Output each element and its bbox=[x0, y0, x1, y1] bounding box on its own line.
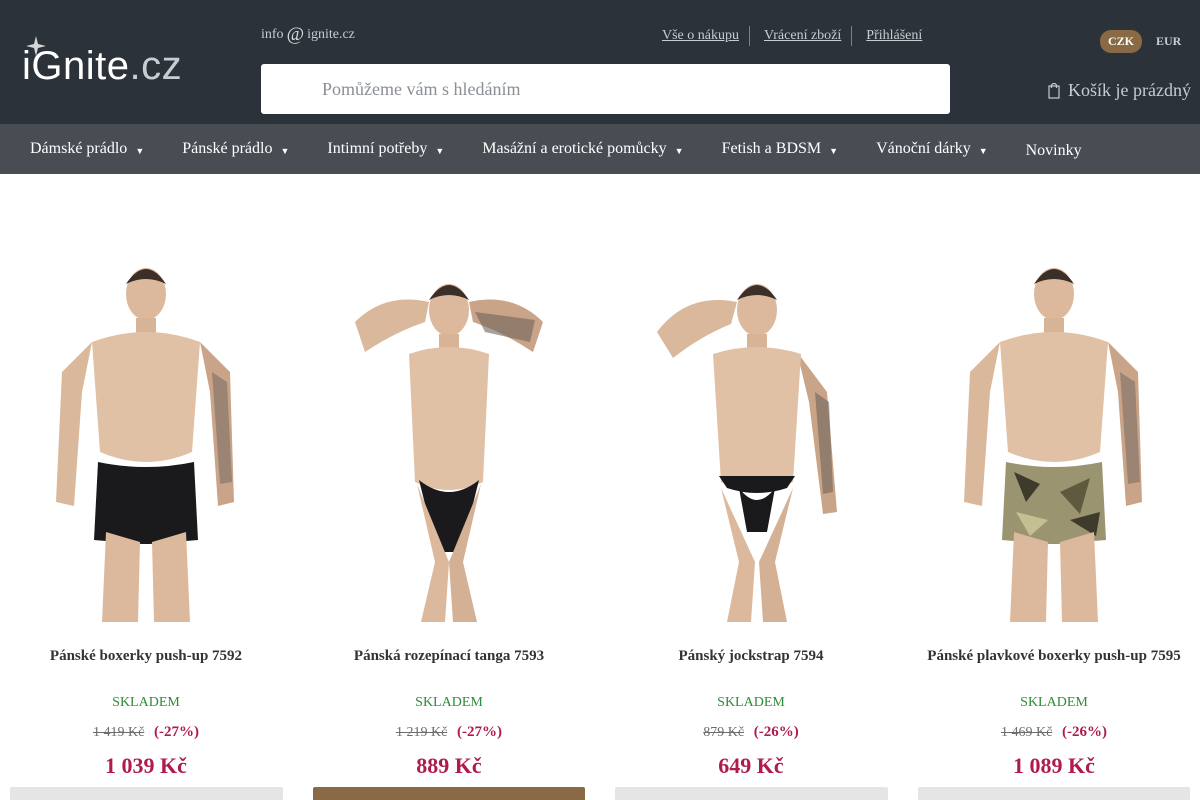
search-input[interactable] bbox=[261, 64, 950, 114]
product-card[interactable]: Pánská rozepínací tanga 7593 SKLADEM 1 2… bbox=[309, 240, 589, 800]
currency-eur[interactable]: EUR bbox=[1148, 30, 1189, 53]
current-price: 649 Kč bbox=[718, 753, 784, 778]
stock-status: SKLADEM bbox=[112, 695, 180, 710]
currency-switcher: CZK EUR bbox=[1100, 30, 1189, 53]
add-to-cart-button[interactable] bbox=[615, 787, 888, 800]
discount-badge: (-27%) bbox=[154, 724, 200, 740]
dropdown-arrow-icon: ▼ bbox=[435, 146, 445, 156]
price-info: 1 469 Kč (-26%) bbox=[914, 724, 1194, 741]
product-image[interactable] bbox=[930, 262, 1178, 622]
product-name[interactable]: Pánská rozepínací tanga 7593 bbox=[299, 648, 599, 665]
current-price: 1 089 Kč bbox=[1013, 753, 1095, 778]
product-grid: Pánské boxerky push-up 7592 SKLADEM 1 41… bbox=[0, 240, 1200, 800]
link-vse-o-nakupu[interactable]: Vše o nákupu bbox=[640, 26, 739, 46]
nav-fetish-bdsm[interactable]: Fetish a BDSM ▼ bbox=[722, 140, 839, 158]
cart-label: Košík je prázdný bbox=[1068, 80, 1191, 100]
dropdown-arrow-icon: ▼ bbox=[135, 146, 145, 156]
email-domain: ignite.cz bbox=[307, 27, 355, 42]
top-links: Vše o nákupu Vrácení zboží Přihlášení bbox=[640, 25, 922, 47]
product-image[interactable] bbox=[22, 262, 270, 622]
product-card[interactable]: Pánské boxerky push-up 7592 SKLADEM 1 41… bbox=[6, 240, 286, 800]
dropdown-arrow-icon: ▼ bbox=[829, 146, 839, 156]
stock-status: SKLADEM bbox=[415, 695, 483, 710]
price-info: 1 419 Kč (-27%) bbox=[6, 724, 286, 741]
cart-icon bbox=[1048, 82, 1060, 99]
main-nav: Dámské prádlo ▼ Pánské prádlo ▼ Intimní po… bbox=[0, 124, 1200, 174]
old-price: 1 219 Kč bbox=[395, 725, 448, 740]
cart[interactable]: Košík je prázdný bbox=[1048, 80, 1191, 101]
current-price: 1 039 Kč bbox=[105, 753, 187, 778]
at-icon: @ bbox=[286, 24, 305, 45]
nav-novinky[interactable]: Novinky bbox=[1026, 142, 1082, 160]
dropdown-arrow-icon: ▼ bbox=[674, 146, 684, 156]
discount-badge: (-27%) bbox=[457, 724, 503, 740]
product-name[interactable]: Pánské boxerky push-up 7592 bbox=[0, 648, 296, 665]
old-price: 1 419 Kč bbox=[92, 725, 145, 740]
dropdown-arrow-icon: ▼ bbox=[280, 146, 290, 156]
discount-badge: (-26%) bbox=[753, 724, 799, 740]
old-price: 879 Kč bbox=[703, 725, 745, 740]
price-info: 1 219 Kč (-27%) bbox=[309, 724, 589, 741]
product-name[interactable]: Pánské plavkové boxerky push-up 7595 bbox=[904, 648, 1200, 665]
search-box bbox=[261, 64, 950, 114]
logo-text: iGnite.cz bbox=[22, 44, 183, 88]
stock-status: SKLADEM bbox=[1020, 695, 1088, 710]
product-image[interactable] bbox=[627, 262, 875, 622]
nav-intimni-potreby[interactable]: Intimní potřeby ▼ bbox=[327, 140, 444, 158]
product-name[interactable]: Pánský jockstrap 7594 bbox=[601, 648, 901, 665]
contact-email[interactable]: info @ ignite.cz bbox=[261, 24, 355, 45]
current-price: 889 Kč bbox=[416, 753, 482, 778]
link-prihlaseni[interactable]: Přihlášení bbox=[851, 26, 922, 46]
nav-panske-pradlo[interactable]: Pánské prádlo ▼ bbox=[182, 140, 289, 158]
currency-czk[interactable]: CZK bbox=[1100, 30, 1143, 53]
discount-badge: (-26%) bbox=[1062, 724, 1108, 740]
nav-masazni-pomucky[interactable]: Masážní a erotické pomůcky ▼ bbox=[482, 140, 683, 158]
dropdown-arrow-icon: ▼ bbox=[978, 146, 988, 156]
top-header: iGnite.cz info @ ignite.cz Vše o nákupu … bbox=[0, 0, 1200, 124]
email-user: info bbox=[261, 27, 284, 42]
nav-vanocni-darky[interactable]: Vánoční dárky ▼ bbox=[876, 140, 988, 158]
link-vraceni-zbozi[interactable]: Vrácení zboží bbox=[749, 26, 841, 46]
product-card[interactable]: Pánské plavkové boxerky push-up 7595 SKL… bbox=[914, 240, 1194, 800]
product-card[interactable]: Pánský jockstrap 7594 SKLADEM 879 Kč (-2… bbox=[611, 240, 891, 800]
price-info: 879 Kč (-26%) bbox=[611, 724, 891, 741]
stock-status: SKLADEM bbox=[717, 695, 785, 710]
old-price: 1 469 Kč bbox=[1000, 725, 1053, 740]
site-logo[interactable]: iGnite.cz bbox=[22, 36, 202, 100]
nav-damske-pradlo[interactable]: Dámské prádlo ▼ bbox=[30, 140, 144, 158]
add-to-cart-button[interactable] bbox=[918, 787, 1190, 800]
product-image[interactable] bbox=[325, 262, 573, 622]
add-to-cart-button[interactable] bbox=[10, 787, 283, 800]
add-to-cart-button[interactable] bbox=[313, 787, 585, 800]
